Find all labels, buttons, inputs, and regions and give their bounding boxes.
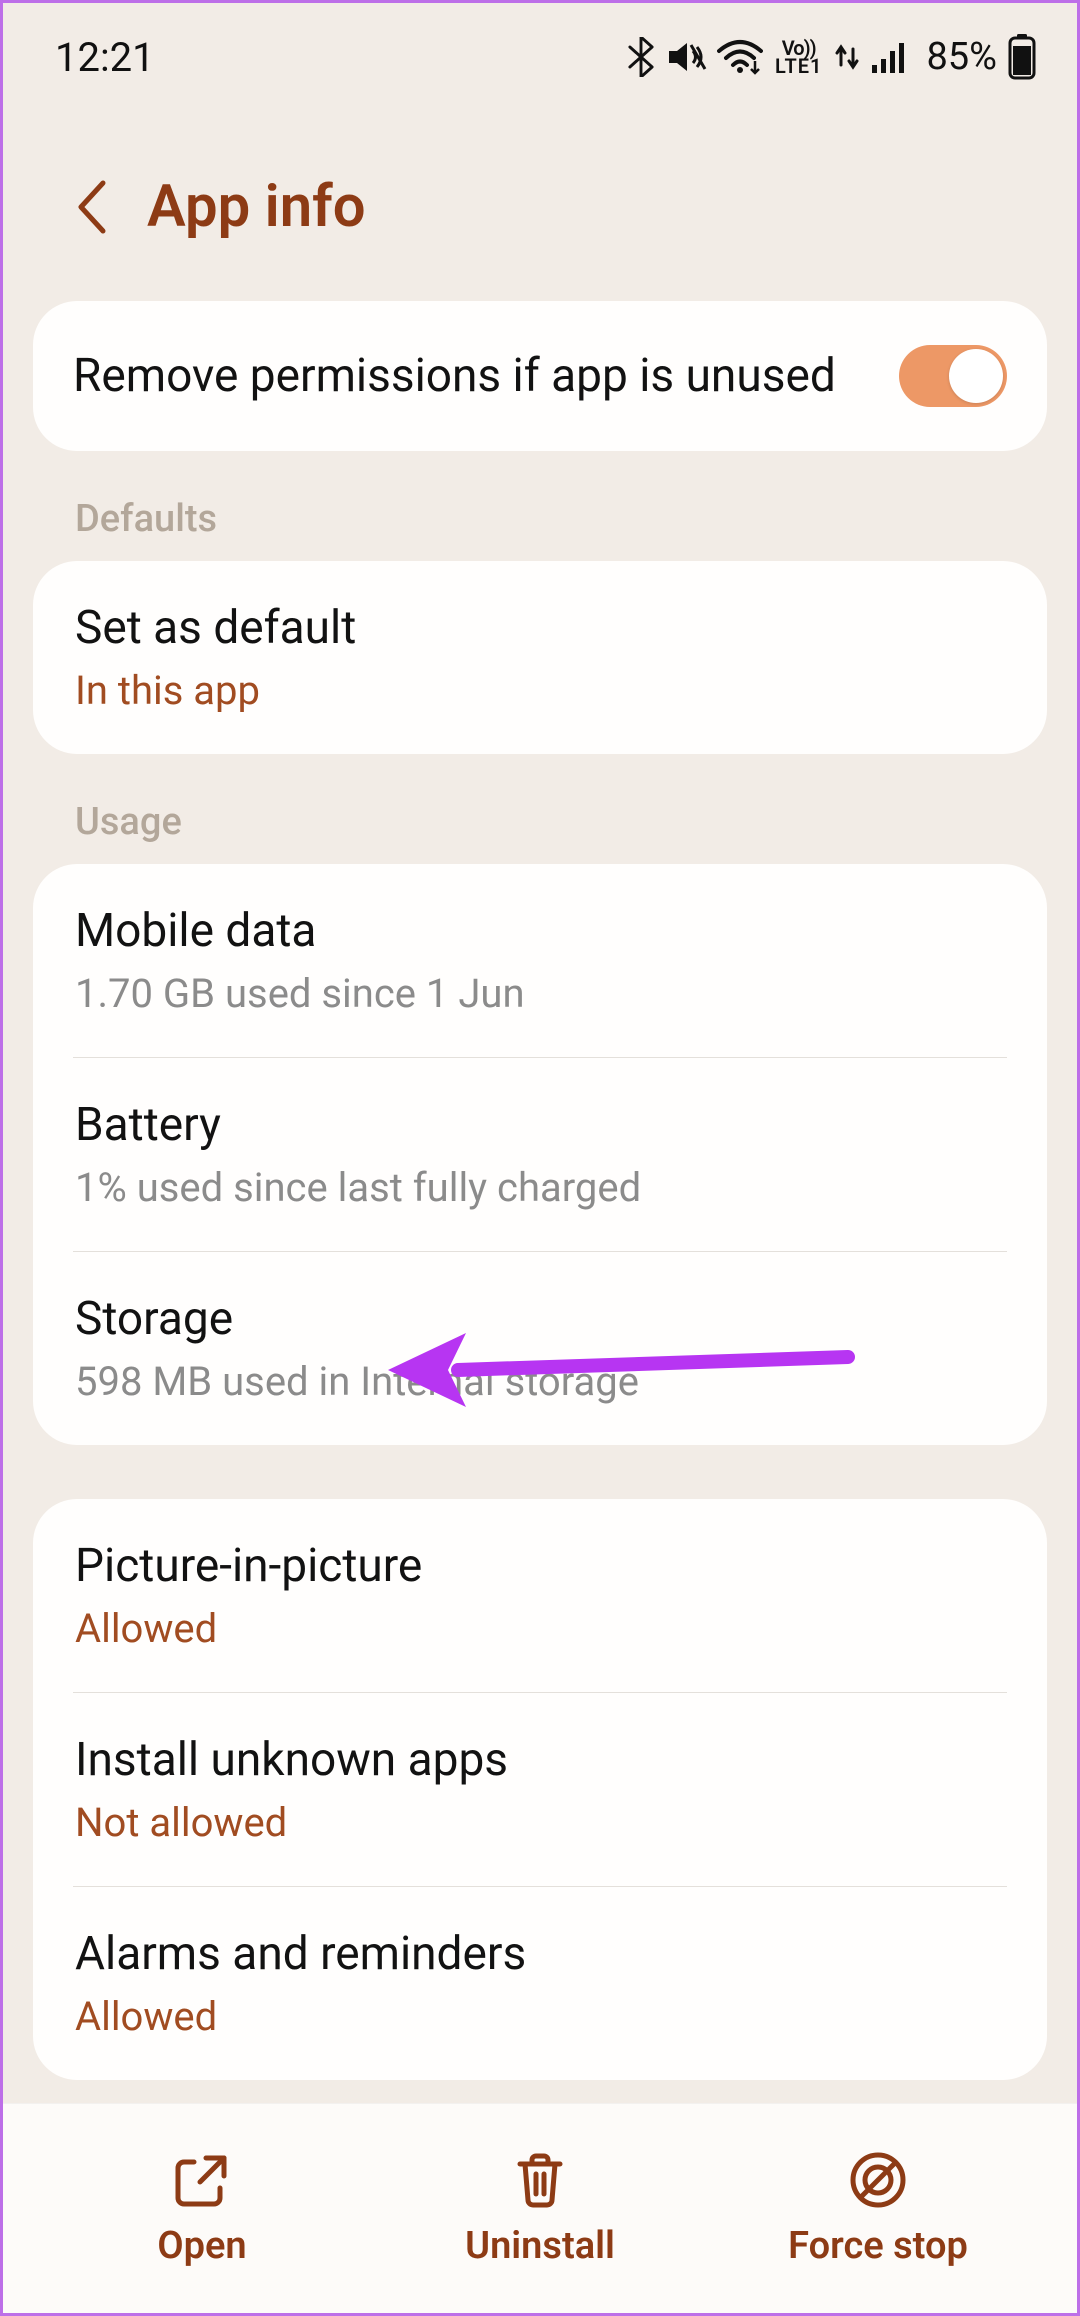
volte-icon: Vo)) LTE1	[775, 39, 822, 75]
mobile-data-sub: 1.70 GB used since 1 Jun	[75, 970, 525, 1017]
section-usage-label: Usage	[75, 800, 1077, 844]
card-remove-permissions: Remove permissions if app is unused	[33, 301, 1047, 451]
unknown-apps-title: Install unknown apps	[75, 1733, 508, 1787]
remove-permissions-toggle[interactable]	[899, 345, 1007, 407]
page-title: App info	[147, 173, 366, 241]
status-time: 12:21	[55, 34, 155, 81]
uninstall-label: Uninstall	[465, 2224, 615, 2268]
row-alarms[interactable]: Alarms and reminders Allowed	[33, 1887, 1047, 2080]
row-storage[interactable]: Storage 598 MB used in Internal storage	[33, 1252, 1047, 1445]
open-button[interactable]: Open	[33, 2150, 371, 2268]
battery-icon	[1007, 34, 1037, 80]
data-arrows-icon	[834, 37, 860, 77]
card-more: Picture-in-picture Allowed Install unkno…	[33, 1499, 1047, 2080]
uninstall-button[interactable]: Uninstall	[371, 2150, 709, 2268]
row-remove-permissions[interactable]: Remove permissions if app is unused	[33, 301, 1047, 451]
alarms-title: Alarms and reminders	[75, 1927, 526, 1981]
storage-sub: 598 MB used in Internal storage	[75, 1358, 639, 1405]
unknown-apps-sub: Not allowed	[75, 1799, 287, 1846]
row-unknown-apps[interactable]: Install unknown apps Not allowed	[33, 1693, 1047, 1886]
force-stop-label: Force stop	[788, 2224, 968, 2268]
card-defaults: Set as default In this app	[33, 561, 1047, 754]
trash-icon	[510, 2150, 570, 2210]
remove-permissions-title: Remove permissions if app is unused	[73, 349, 836, 403]
open-icon	[172, 2150, 232, 2210]
card-usage: Mobile data 1.70 GB used since 1 Jun Bat…	[33, 864, 1047, 1445]
battery-title: Battery	[75, 1098, 221, 1152]
wifi-icon	[717, 37, 763, 77]
pip-sub: Allowed	[75, 1605, 217, 1652]
row-pip[interactable]: Picture-in-picture Allowed	[33, 1499, 1047, 1692]
storage-title: Storage	[75, 1292, 233, 1346]
set-as-default-title: Set as default	[75, 601, 356, 655]
mute-icon	[665, 37, 707, 77]
section-defaults-label: Defaults	[75, 497, 1077, 541]
mobile-data-title: Mobile data	[75, 904, 316, 958]
bluetooth-icon	[627, 37, 655, 77]
battery-sub: 1% used since last fully charged	[75, 1164, 641, 1211]
open-label: Open	[157, 2224, 246, 2268]
header: App info	[3, 93, 1077, 301]
alarms-sub: Allowed	[75, 1993, 217, 2040]
signal-icon	[870, 37, 910, 77]
battery-percent: 85%	[926, 35, 997, 79]
status-icons: Vo)) LTE1 85%	[627, 34, 1037, 80]
row-battery[interactable]: Battery 1% used since last fully charged	[33, 1058, 1047, 1251]
pip-title: Picture-in-picture	[75, 1539, 422, 1593]
stop-icon	[848, 2150, 908, 2210]
row-set-as-default[interactable]: Set as default In this app	[33, 561, 1047, 754]
set-as-default-sub: In this app	[75, 667, 260, 714]
back-icon[interactable]	[73, 179, 109, 235]
row-mobile-data[interactable]: Mobile data 1.70 GB used since 1 Jun	[33, 864, 1047, 1057]
status-bar: 12:21 Vo)) LTE1	[3, 3, 1077, 93]
force-stop-button[interactable]: Force stop	[709, 2150, 1047, 2268]
bottom-bar: Open Uninstall Force stop	[3, 2103, 1077, 2313]
